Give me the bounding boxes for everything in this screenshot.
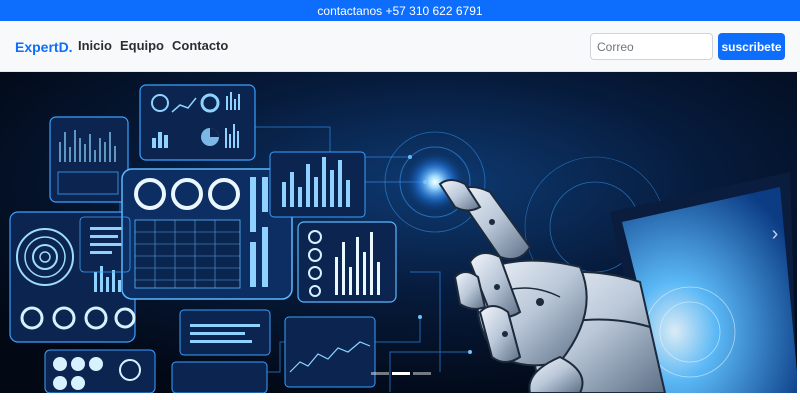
email-input[interactable] <box>590 33 713 60</box>
carousel-indicator-2[interactable] <box>392 372 410 375</box>
carousel-indicator-1[interactable] <box>371 372 389 375</box>
hero-carousel: › <box>0 72 797 393</box>
carousel-indicator-3[interactable] <box>413 372 431 375</box>
subscribe-form: suscribete <box>590 33 785 60</box>
nav-links: Inicio Equipo Contacto <box>78 38 236 53</box>
navbar: ExpertD. Inicio Equipo Contacto suscribe… <box>0 21 800 72</box>
nav-link-equipo[interactable]: Equipo <box>120 38 164 53</box>
nav-link-contacto[interactable]: Contacto <box>172 38 228 53</box>
brand-logo[interactable]: ExpertD. <box>15 39 73 55</box>
contact-text: contactanos +57 310 622 6791 <box>317 3 483 18</box>
hero-image <box>0 72 797 393</box>
contact-bar: contactanos +57 310 622 6791 <box>0 0 800 21</box>
carousel-indicators <box>371 372 431 375</box>
subscribe-button[interactable]: suscribete <box>718 33 785 60</box>
nav-link-inicio[interactable]: Inicio <box>78 38 112 53</box>
chevron-right-icon[interactable]: › <box>765 222 785 246</box>
